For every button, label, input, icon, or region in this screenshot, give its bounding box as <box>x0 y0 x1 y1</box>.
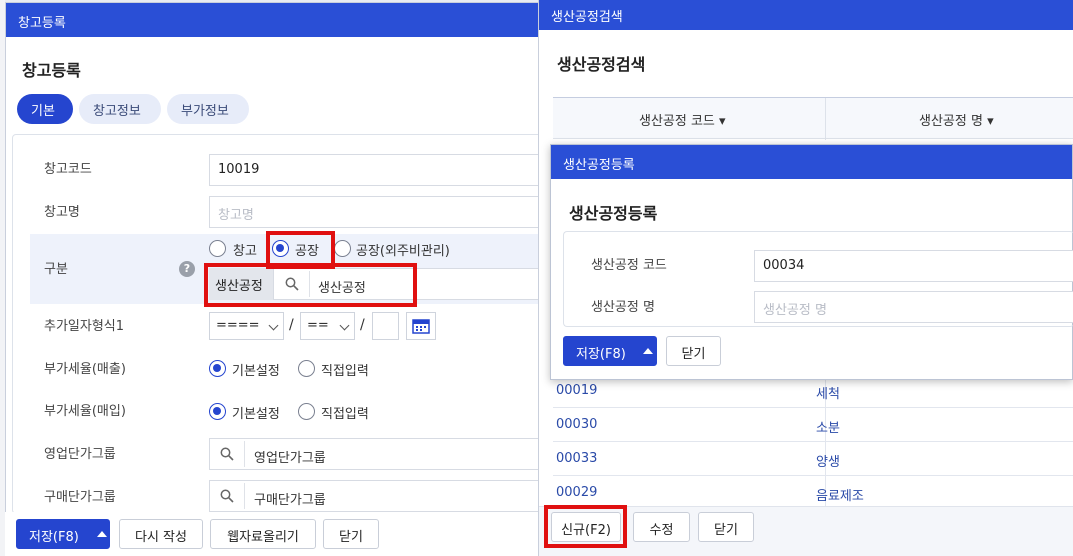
close-button[interactable]: 닫기 <box>323 519 379 549</box>
tab-basic[interactable]: 기본 <box>17 94 73 124</box>
search-icon[interactable] <box>220 489 234 503</box>
vat-sales-radio-default[interactable] <box>209 360 226 377</box>
row-code[interactable]: 00030 <box>556 417 597 432</box>
caret-up-icon[interactable] <box>643 348 653 354</box>
warehouse-code-input[interactable]: 10019 <box>209 154 539 186</box>
type-radio-warehouse[interactable] <box>209 240 226 257</box>
type-radio-factory-outsourced[interactable] <box>334 240 351 257</box>
process-name-label: 생산공정 명 <box>591 300 655 315</box>
row-code[interactable]: 00019 <box>556 383 597 398</box>
purchase-price-group-placeholder: 구매단가그룹 <box>254 493 326 508</box>
search-icon[interactable] <box>220 447 234 461</box>
type-option-factory-outsourced[interactable]: 공장(외주비관리) <box>356 240 450 259</box>
purchase-price-group-label: 구매단가그룹 <box>44 490 116 505</box>
row-name[interactable]: 양생 <box>816 451 840 470</box>
row-name[interactable]: 세척 <box>816 383 840 402</box>
date-format-input[interactable] <box>372 312 399 340</box>
vat-sales-label: 부가세율(매출) <box>44 362 126 377</box>
type-label: 구분 <box>44 262 68 277</box>
window-titlebar[interactable]: 생산공정검색 <box>539 0 1073 30</box>
column-header-code[interactable]: 생산공정 코드 ▾ <box>639 110 726 129</box>
warehouse-name-label: 창고명 <box>44 205 80 220</box>
tab-warehouse-info[interactable]: 창고정보 <box>79 94 161 124</box>
column-header-name[interactable]: 생산공정 명 ▾ <box>919 110 994 129</box>
process-name-input[interactable]: 생산공정 명 <box>754 291 1073 323</box>
close-button[interactable]: 닫기 <box>698 512 754 542</box>
table-row[interactable]: 00030 소분 <box>553 408 1073 442</box>
divider <box>244 441 245 467</box>
window-titlebar[interactable]: 창고등록 <box>6 3 544 37</box>
sales-price-group-label: 영업단가그룹 <box>44 447 116 462</box>
type-option-warehouse[interactable]: 창고 <box>233 240 257 259</box>
date-format-select-1[interactable]: ==== <box>209 312 284 340</box>
vat-purchase-radio-default[interactable] <box>209 403 226 420</box>
date-separator-1: / <box>289 317 294 333</box>
row-code[interactable]: 00029 <box>556 485 597 500</box>
row-code[interactable]: 00033 <box>556 451 597 466</box>
vat-purchase-option-manual[interactable]: 직접입력 <box>321 403 369 422</box>
date-format-label: 추가일자형식1 <box>44 319 125 334</box>
help-icon[interactable]: ? <box>179 261 195 277</box>
date-format-select-2[interactable]: == <box>300 312 355 340</box>
divider <box>244 483 245 509</box>
page-title: 창고등록 <box>22 61 81 80</box>
caret-up-icon[interactable] <box>97 531 107 537</box>
warehouse-name-input[interactable]: 창고명 <box>209 196 539 228</box>
save-button[interactable]: 저장(F8) <box>16 519 110 549</box>
process-code-label: 생산공정 코드 <box>591 258 667 273</box>
close-button[interactable]: 닫기 <box>666 336 721 366</box>
date-separator-2: / <box>360 317 365 333</box>
rewrite-button[interactable]: 다시 작성 <box>119 519 203 549</box>
page-title: 생산공정검색 <box>557 55 646 74</box>
table-row[interactable]: 00033 양생 <box>553 442 1073 476</box>
vat-sales-radio-manual[interactable] <box>298 360 315 377</box>
vat-sales-option-default[interactable]: 기본설정 <box>232 360 280 379</box>
calendar-button[interactable] <box>406 312 436 340</box>
row-name[interactable]: 소분 <box>816 417 840 436</box>
web-upload-button[interactable]: 웹자료올리기 <box>210 519 316 549</box>
vat-sales-option-manual[interactable]: 직접입력 <box>321 360 369 379</box>
vat-purchase-label: 부가세율(매입) <box>44 404 126 419</box>
window-titlebar[interactable]: 생산공정등록 <box>551 145 1072 179</box>
page-title: 생산공정등록 <box>569 204 658 223</box>
tab-additional-info[interactable]: 부가정보 <box>167 94 249 124</box>
edit-button[interactable]: 수정 <box>633 512 690 542</box>
process-code-input[interactable]: 00034 <box>754 250 1073 282</box>
save-button[interactable]: 저장(F8) <box>563 336 657 366</box>
highlight-process-field <box>204 263 417 307</box>
vat-purchase-option-default[interactable]: 기본설정 <box>232 403 280 422</box>
warehouse-code-label: 창고코드 <box>44 162 92 177</box>
divider <box>825 98 826 140</box>
highlight-new-button <box>544 505 627 548</box>
table-row[interactable]: 00029 음료제조 <box>553 476 1073 510</box>
row-name[interactable]: 음료제조 <box>816 485 864 504</box>
sales-price-group-placeholder: 영업단가그룹 <box>254 451 326 466</box>
process-register-window: 생산공정등록 생산공정등록 생산공정 코드 00034 생산공정 명 생산공정 … <box>550 144 1073 380</box>
calendar-icon <box>412 319 430 334</box>
vat-purchase-radio-manual[interactable] <box>298 403 315 420</box>
table-header: 생산공정 코드 ▾ 생산공정 명 ▾ <box>553 97 1073 140</box>
